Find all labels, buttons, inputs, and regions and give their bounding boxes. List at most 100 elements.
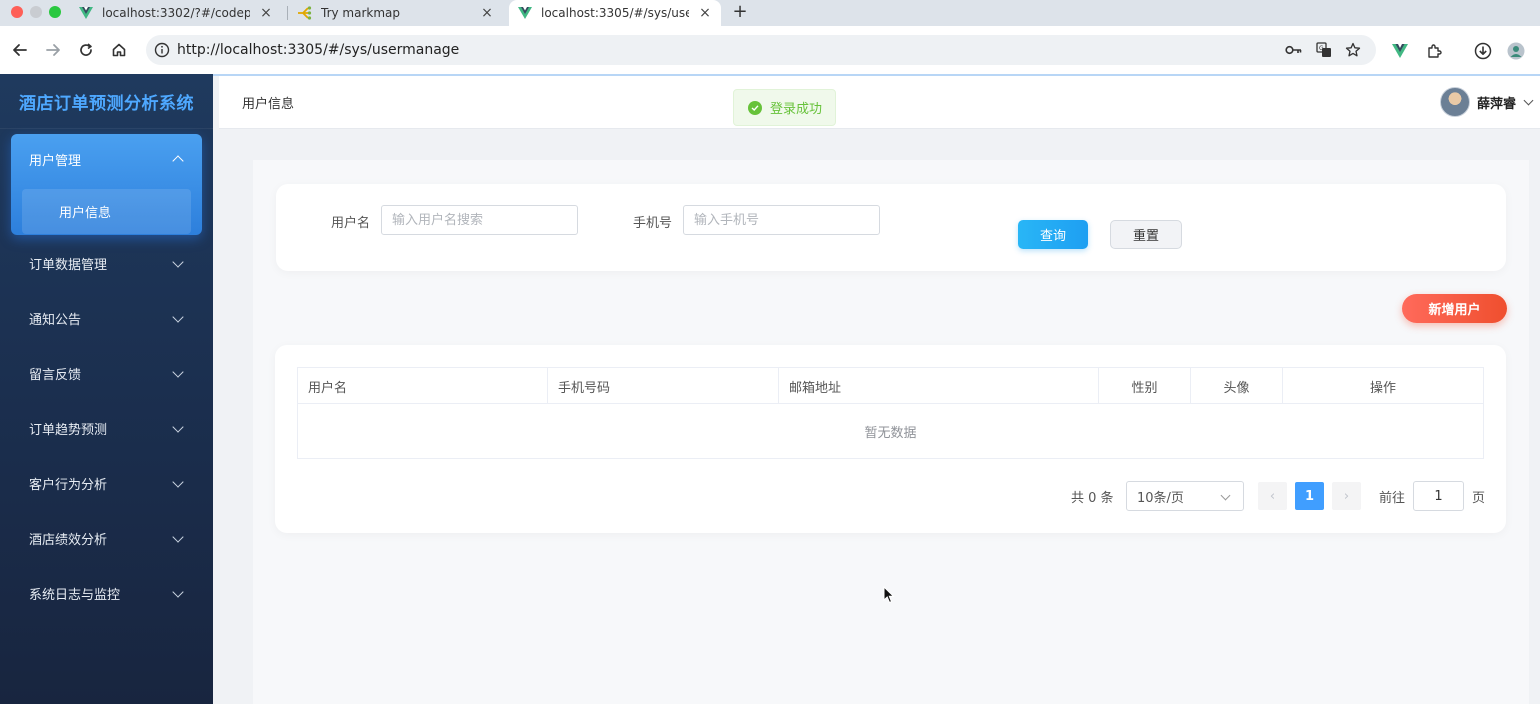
download-icon[interactable] [1474,42,1492,60]
table-empty-text: 暂无数据 [864,425,917,441]
chevron-down-icon [172,365,184,378]
sidebar-item-system-logs[interactable]: 系统日志与监控 [11,571,202,616]
chevron-down-icon [172,310,184,323]
url-text: http://localhost:3305/#/sys/usermanage [177,42,460,58]
sidebar-item-label: 用户信息 [59,206,112,221]
goto-page-input[interactable] [1413,481,1464,511]
breadcrumb: 用户信息 [242,97,295,112]
close-icon[interactable]: × [479,5,495,21]
column-header-avatar: 头像 [1191,368,1283,404]
sidebar-item-label: 通知公告 [29,313,82,328]
window-zoom-button[interactable] [49,6,61,18]
column-header-phone: 手机号码 [548,368,779,404]
sidebar-item-label: 留言反馈 [29,368,82,383]
username-label: 用户名 [331,216,371,231]
chevron-down-icon [172,530,184,543]
sidebar-item-label: 系统日志与监控 [29,588,121,603]
chevron-down-icon [172,420,184,433]
sidebar-item-label: 用户管理 [29,153,82,169]
sidebar-item-notices[interactable]: 通知公告 [11,296,202,341]
chevron-down-icon [172,475,184,488]
forward-arrow-icon[interactable] [43,40,63,60]
sidebar: 酒店订单预测分析系统 用户管理 用户信息 订单数据管理 通知公告 留言反馈 订单… [0,74,213,704]
user-table-card: 用户名 手机号码 邮箱地址 性别 头像 操作 暂无数据 共 0 条 10条/页 … [275,345,1506,533]
reset-button[interactable]: 重置 [1110,220,1182,249]
top-header: 用户信息 登录成功 薛萍睿 [219,76,1540,129]
sidebar-item-feedback[interactable]: 留言反馈 [11,351,202,396]
sidebar-item-label: 酒店绩效分析 [29,533,108,548]
browser-tab-markmap[interactable]: Try markmap × [289,0,503,26]
column-header-actions: 操作 [1369,380,1396,396]
browser-tab-usermanage[interactable]: localhost:3305/#/sys/usermanage × [509,0,721,26]
next-page-button[interactable]: › [1332,482,1361,510]
prev-page-button[interactable]: ‹ [1258,482,1287,510]
search-form-card: 用户名 手机号 查询 重置 [276,184,1506,271]
reload-icon[interactable] [76,40,96,60]
mouse-cursor-icon [883,586,895,604]
tab-separator [287,6,288,20]
sidebar-menu-user-management[interactable]: 用户管理 用户信息 [11,134,202,235]
avatar[interactable] [1440,87,1470,117]
app-logo-title: 酒店订单预测分析系统 [0,74,213,129]
extensions-puzzle-icon[interactable] [1425,42,1443,60]
column-header-gender: 性别 [1099,368,1191,404]
bookmark-star-icon[interactable] [1344,42,1362,58]
window-close-button[interactable] [11,6,23,18]
sidebar-item-hotel-performance[interactable]: 酒店绩效分析 [11,516,202,561]
site-info-icon[interactable] [154,42,170,58]
goto-label: 前往 [1379,491,1406,506]
translate-icon[interactable]: G [1315,42,1333,58]
page-number-current[interactable]: 1 [1295,482,1324,510]
user-menu[interactable]: 薛萍睿 [1440,86,1534,118]
close-icon[interactable]: × [697,5,713,21]
profile-avatar-icon[interactable] [1507,42,1525,60]
chevron-down-icon [172,255,184,268]
address-bar[interactable]: http://localhost:3305/#/sys/usermanage G [146,35,1376,65]
home-icon[interactable] [109,40,129,60]
phone-label: 手机号 [633,216,673,231]
back-arrow-icon[interactable] [10,40,30,60]
username-search-input[interactable] [381,205,578,235]
svg-text:G: G [1319,45,1324,52]
chevron-down-icon [172,585,184,598]
add-user-button[interactable]: 新增用户 [1402,294,1507,323]
column-header-username: 用户名 [298,368,548,404]
phone-search-input[interactable] [683,205,880,235]
sidebar-item-label: 订单数据管理 [29,258,108,273]
page-suffix-label: 页 [1472,491,1486,506]
password-key-icon[interactable] [1285,42,1303,58]
pagination-total: 共 0 条 [1071,491,1114,506]
markmap-icon [297,5,313,21]
sidebar-subitem-user-info[interactable]: 用户信息 [22,189,191,234]
vue-devtools-extension-icon[interactable] [1391,42,1409,60]
sidebar-item-order-trend[interactable]: 订单趋势预测 [11,406,202,451]
chevron-down-icon[interactable] [1523,95,1534,105]
query-button[interactable]: 查询 [1018,220,1088,249]
pagination: 共 0 条 10条/页 ‹ 1 › 前往 页 [275,481,1506,511]
page-size-value: 10条/页 [1137,490,1184,506]
vue-logo-icon [78,5,94,21]
chevron-down-icon [1220,490,1231,501]
sidebar-item-label: 客户行为分析 [29,478,108,493]
toast-message: 登录成功 [770,102,823,117]
chevron-up-icon [172,155,184,167]
sidebar-menu-user-management-header[interactable]: 用户管理 [11,134,202,184]
user-table: 用户名 手机号码 邮箱地址 性别 头像 操作 暂无数据 [297,367,1484,459]
browser-tab-bar: localhost:3302/?#/codeproject × Try mark… [0,0,1540,26]
close-icon[interactable]: × [258,5,274,21]
check-circle-icon [748,100,762,115]
tab-title: localhost:3302/?#/codeproject [102,6,250,20]
browser-tab-codeproject[interactable]: localhost:3302/?#/codeproject × [70,0,282,26]
sidebar-item-customer-behavior[interactable]: 客户行为分析 [11,461,202,506]
window-minimize-button[interactable] [30,6,42,18]
new-tab-button[interactable]: + [731,2,749,22]
vue-logo-icon [517,5,533,21]
success-toast: 登录成功 [733,89,836,126]
browser-toolbar: http://localhost:3305/#/sys/usermanage G [0,26,1540,74]
main-content: 用户名 手机号 查询 重置 新增用户 用户名 手机号码 邮箱地址 性别 头像 操… [219,129,1540,704]
username: 薛萍睿 [1477,96,1517,112]
sidebar-item-order-data[interactable]: 订单数据管理 [11,241,202,286]
page-size-select[interactable]: 10条/页 [1126,481,1244,511]
table-header-row: 用户名 手机号码 邮箱地址 性别 头像 操作 [298,368,1483,404]
tab-title: Try markmap [321,6,401,20]
